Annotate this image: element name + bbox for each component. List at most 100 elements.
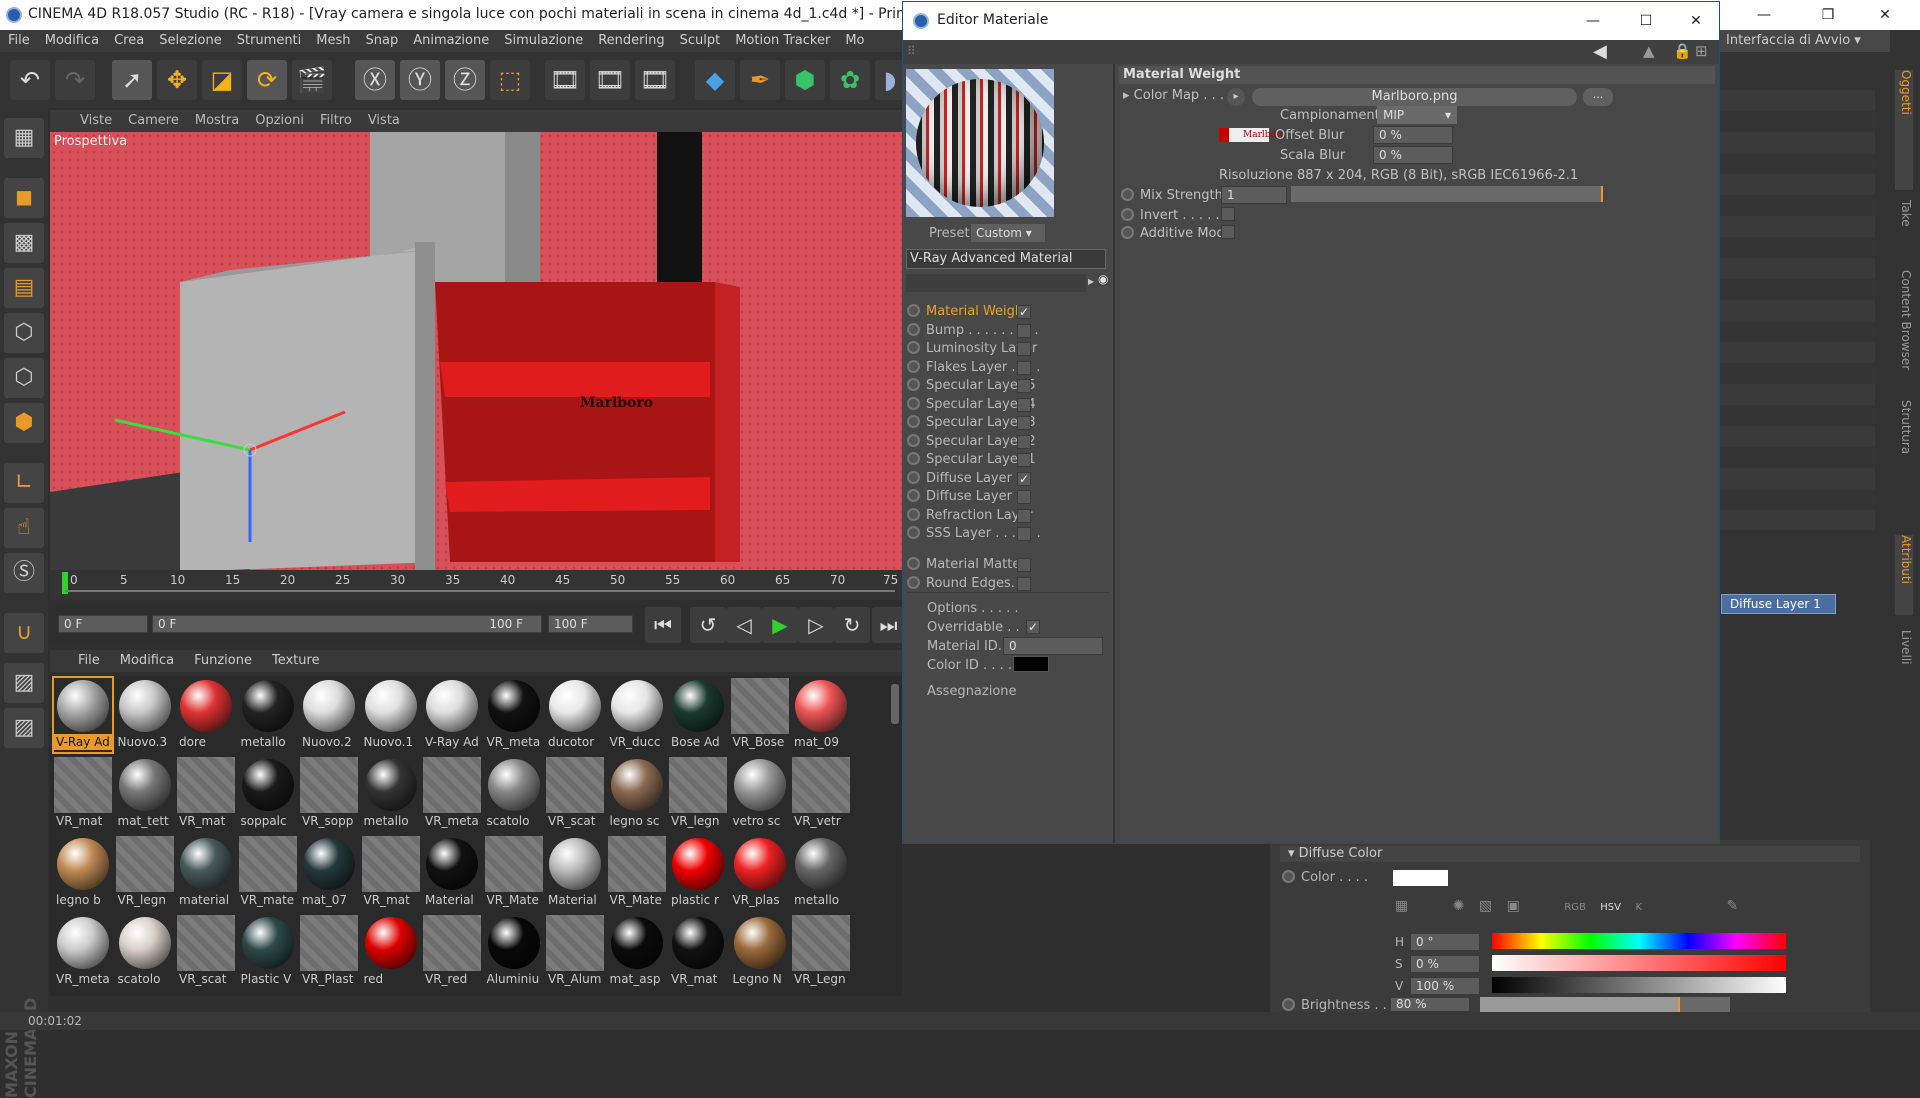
hsv-mode[interactable]: HSV: [1600, 902, 1621, 913]
tab-struttura[interactable]: Struttura: [1895, 400, 1913, 480]
goto-end-icon[interactable]: ⏭: [872, 607, 905, 643]
wheel-icon[interactable]: ✺: [1453, 898, 1465, 914]
material-swatch[interactable]: dore: [177, 678, 235, 752]
menu-motion-tracker[interactable]: Motion Tracker: [727, 30, 837, 48]
material-swatch[interactable]: mat_07: [300, 836, 358, 910]
workplane-icon[interactable]: ▤: [4, 268, 44, 308]
axis-mode-icon[interactable]: ∟: [4, 463, 44, 503]
material-swatch[interactable]: VR_Bose: [730, 678, 789, 752]
channel-checkbox[interactable]: [1017, 397, 1031, 412]
channel-enable-icon[interactable]: [907, 470, 920, 484]
material-swatch[interactable]: VR_Plast: [300, 915, 358, 989]
menu-simulazione[interactable]: Simulazione: [496, 30, 590, 48]
rgb-mode[interactable]: RGB: [1564, 902, 1586, 913]
3d-viewport[interactable]: Marlboro Prospettiva: [50, 132, 905, 570]
tab-livelli[interactable]: Livelli: [1895, 630, 1913, 690]
snap-icon[interactable]: Ⓢ: [4, 553, 44, 593]
sampling-dropdown[interactable]: MIP ▾: [1377, 106, 1457, 124]
channel-checkbox[interactable]: [1017, 434, 1031, 449]
channel-enable-icon[interactable]: [907, 304, 920, 317]
material-swatch[interactable]: vetro sc: [731, 757, 789, 831]
tab-content-browser[interactable]: Content Browser: [1895, 270, 1913, 390]
material-swatch[interactable]: Bose Ad: [669, 678, 727, 752]
material-swatch[interactable]: VR_mat: [177, 757, 235, 831]
material-swatch[interactable]: VR_Mate: [484, 836, 543, 910]
channel-enable-icon[interactable]: [907, 433, 920, 447]
options-label[interactable]: Options . . . . .: [927, 601, 1018, 616]
channel-enable-icon[interactable]: [907, 415, 920, 428]
material-swatch[interactable]: Nuovo.3: [116, 678, 174, 752]
up-arrow-icon[interactable]: ▲: [1643, 42, 1655, 60]
mix-strength-field[interactable]: 1: [1221, 186, 1287, 204]
hue-slider[interactable]: [1492, 933, 1786, 949]
material-swatch[interactable]: VR_scat: [546, 757, 604, 831]
vp-menu-viste[interactable]: Viste: [72, 110, 120, 128]
model-mode-icon[interactable]: ◼: [4, 178, 44, 218]
material-swatch[interactable]: VR_legn: [115, 836, 174, 910]
material-swatch[interactable]: VR_meta: [54, 915, 112, 989]
deformer-icon[interactable]: ◗: [875, 60, 905, 100]
material-preview[interactable]: [906, 69, 1054, 217]
material-scrollbar[interactable]: [888, 676, 902, 996]
points-mode-icon[interactable]: ⬡: [4, 313, 44, 353]
channel-enable-icon[interactable]: [907, 396, 920, 410]
menu-mesh[interactable]: Mesh: [308, 30, 357, 48]
channel-enable-icon[interactable]: [907, 526, 920, 539]
tab-take[interactable]: Take: [1895, 200, 1913, 260]
scale-blur-field[interactable]: 0 %: [1373, 146, 1453, 164]
material-swatch[interactable]: VR_ducc: [608, 678, 666, 752]
channel-checkbox[interactable]: [1017, 508, 1031, 523]
channel-checkbox[interactable]: [1017, 360, 1031, 375]
color-id-swatch[interactable]: [1013, 656, 1049, 672]
channel-enable-icon[interactable]: [907, 359, 920, 373]
vp-menu-vista[interactable]: Vista: [360, 110, 408, 128]
goto-start-icon[interactable]: ⏮: [645, 607, 681, 643]
channel-enable-icon[interactable]: [907, 322, 920, 336]
material-swatch[interactable]: scatolo: [485, 757, 543, 831]
menu-sculpt[interactable]: Sculpt: [672, 30, 728, 48]
vp-menu-mostra[interactable]: Mostra: [187, 110, 247, 128]
pen-icon[interactable]: ✒: [740, 60, 780, 100]
material-swatch[interactable]: material: [177, 836, 235, 910]
end-frame-field[interactable]: 100 F: [548, 615, 633, 633]
material-swatch[interactable]: mat_asp: [608, 915, 666, 989]
material-swatch[interactable]: VR_plas: [731, 836, 789, 910]
scale-icon[interactable]: ◪: [202, 60, 242, 100]
texture-file-button[interactable]: Marlboro.png: [1252, 88, 1577, 106]
rotate-icon[interactable]: ⟳: [247, 60, 287, 100]
channel-checkbox[interactable]: [1017, 379, 1031, 393]
material-swatch[interactable]: Nuovo.1: [362, 678, 420, 752]
play-small-icon[interactable]: ▸: [1088, 274, 1094, 288]
additive-checkbox[interactable]: [1221, 225, 1235, 239]
material-swatch[interactable]: VR_sopp: [300, 757, 358, 831]
undo-icon[interactable]: ↶: [10, 60, 50, 100]
spectrum-icon[interactable]: ▦: [1395, 898, 1408, 914]
grid-icon[interactable]: ▨: [4, 708, 44, 748]
play-icon[interactable]: ▶: [762, 607, 798, 643]
v-field[interactable]: 100 %: [1410, 977, 1480, 995]
tab-oggetti[interactable]: Oggetti: [1895, 70, 1913, 190]
material-swatch[interactable]: VR_Mate: [607, 836, 666, 910]
channel-checkbox[interactable]: [1017, 527, 1031, 541]
channel-checkbox[interactable]: ✓: [1017, 471, 1031, 486]
material-swatch[interactable]: plastic r: [669, 836, 727, 910]
material-search-bar[interactable]: [906, 274, 1086, 292]
tab-attributi[interactable]: Attributi: [1895, 535, 1913, 615]
prev-frame-icon[interactable]: ◁: [726, 607, 762, 643]
material-swatch[interactable]: VR_red: [423, 915, 481, 989]
editor-maximize-button[interactable]: ☐: [1623, 6, 1669, 36]
preset-dropdown[interactable]: Custom ▾: [971, 224, 1045, 242]
material-swatch[interactable]: mat_tett: [116, 757, 174, 831]
material-swatch[interactable]: legno b: [54, 836, 112, 910]
s-field[interactable]: 0 %: [1410, 955, 1480, 973]
material-swatch[interactable]: red: [362, 915, 420, 989]
overridable-checkbox[interactable]: ✓: [1026, 620, 1040, 634]
material-swatch[interactable]: VR_mat: [54, 757, 112, 831]
diffuse-color-section[interactable]: ▾ Diffuse Color: [1280, 846, 1860, 862]
channel-enable-icon[interactable]: [907, 452, 920, 465]
offset-blur-field[interactable]: 0 %: [1373, 126, 1453, 144]
close-button[interactable]: ✕: [1862, 0, 1908, 30]
picture-icon[interactable]: ▣: [1507, 898, 1520, 914]
move-icon[interactable]: ✥: [157, 60, 197, 100]
object-list[interactable]: [1715, 90, 1875, 530]
